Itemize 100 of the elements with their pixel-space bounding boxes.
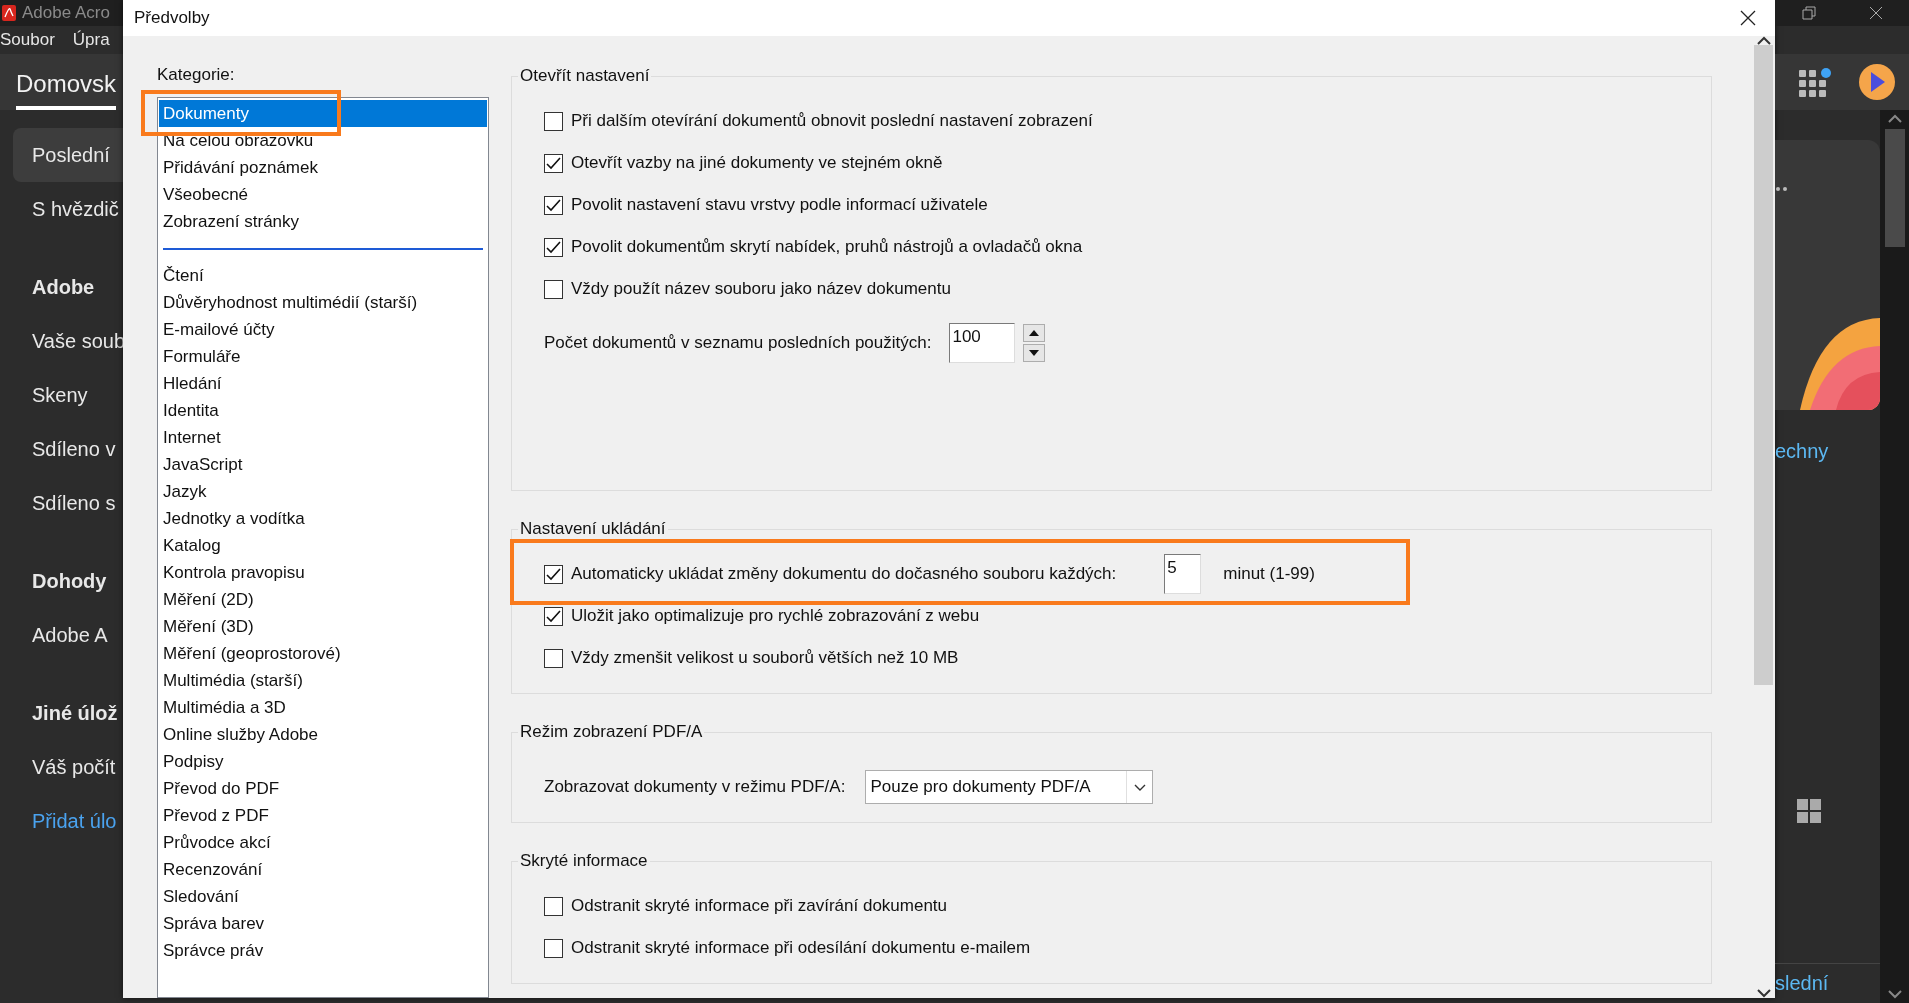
category-list[interactable]: [157, 97, 489, 998]
category-item[interactable]: Zobrazení stránky: [159, 208, 487, 235]
category-item[interactable]: Měření (geoprostorové): [159, 640, 487, 667]
group-title: Skryté informace: [519, 851, 649, 871]
checkbox[interactable]: [544, 896, 563, 916]
checkbox-label[interactable]: Při dalším otevírání dokumentů obnovit poslední nastavení zobrazení: [571, 111, 1093, 131]
checkbox-label[interactable]: Vždy použít název souboru jako název dokumentu: [571, 279, 951, 299]
avatar-icon[interactable]: [1859, 64, 1895, 100]
checkbox-label[interactable]: Otevřít vazby na jiné dokumenty ve stejném okně: [571, 153, 943, 173]
nav-heading: Dohody: [31, 568, 108, 594]
category-item[interactable]: Katalog: [159, 532, 487, 559]
nav-item[interactable]: Váš počít: [0, 740, 123, 794]
group-title: Režim zobrazení PDF/A: [519, 722, 704, 742]
scroll-thumb[interactable]: [1754, 45, 1773, 685]
checkbox[interactable]: [544, 564, 563, 584]
scroll-down-icon[interactable]: [1887, 990, 1902, 999]
minutes-field[interactable]: 5: [1164, 554, 1202, 594]
category-item[interactable]: Identita: [159, 397, 487, 424]
count-field[interactable]: 100: [949, 323, 1016, 363]
nav-link[interactable]: Přidat úlo: [0, 794, 123, 848]
app-title: Adobe Acro: [22, 3, 110, 23]
nav-item[interactable]: S hvězdič: [0, 182, 123, 236]
pdf-logo-icon: [2, 5, 16, 21]
category-item[interactable]: Multimédia (starší): [159, 667, 487, 694]
category-item[interactable]: Důvěryhodnost multimédií (starší): [159, 289, 487, 316]
field-label: Zobrazovat dokumenty v režimu PDF/A:: [544, 777, 846, 797]
checkbox[interactable]: [544, 648, 563, 668]
checkbox[interactable]: [544, 237, 563, 257]
menu-item[interactable]: Úpra: [72, 30, 110, 50]
category-item[interactable]: Recenzování: [159, 856, 487, 883]
checkbox[interactable]: [544, 938, 563, 958]
category-item[interactable]: E-mailové účty: [159, 316, 487, 343]
nav-heading: Adobe: [31, 274, 96, 300]
category-item[interactable]: Podpisy: [159, 748, 487, 775]
scroll-down-icon[interactable]: [1756, 989, 1771, 998]
category-item[interactable]: Čtení: [159, 262, 487, 289]
grid-view-icon[interactable]: [1797, 799, 1821, 823]
checkbox-label[interactable]: Vždy zmenšit velikost u souborů větších než 10 MB: [571, 648, 959, 668]
category-item[interactable]: Kontrola pravopisu: [159, 559, 487, 586]
nav-item[interactable]: Skeny: [0, 368, 123, 422]
nav-heading: Jiné úlož: [31, 700, 119, 726]
decrement-button[interactable]: [1023, 344, 1046, 362]
apps-grid-icon[interactable]: [1799, 67, 1831, 97]
category-item[interactable]: Všeobecné: [159, 181, 487, 208]
down-arrow-icon: [1029, 350, 1040, 356]
category-item[interactable]: Formuláře: [159, 343, 487, 370]
scroll-up-icon[interactable]: [1887, 114, 1902, 123]
category-item[interactable]: Internet: [159, 424, 487, 451]
category-item[interactable]: Jednotky a vodítka: [159, 505, 487, 532]
restore-icon[interactable]: [1801, 6, 1816, 20]
up-arrow-icon: [1029, 330, 1040, 336]
nav-item[interactable]: Sdíleno s: [0, 476, 123, 530]
checkbox-label[interactable]: Uložit jako optimalizuje pro rychlé zobrazování z webu: [571, 606, 980, 626]
checkbox[interactable]: [544, 279, 563, 299]
category-item[interactable]: Jazyk: [159, 478, 487, 505]
category-item[interactable]: Správa barev: [159, 910, 487, 937]
chevron-down-icon: [1133, 783, 1146, 791]
category-item[interactable]: Multimédia a 3D: [159, 694, 487, 721]
checkbox[interactable]: [544, 606, 563, 626]
category-item[interactable]: Měření (2D): [159, 586, 487, 613]
category-item[interactable]: Průvodce akcí: [159, 829, 487, 856]
category-item[interactable]: Měření (3D): [159, 613, 487, 640]
category-item[interactable]: Správce práv: [159, 937, 487, 964]
category-item[interactable]: Přidávání poznámek: [159, 154, 487, 181]
checkbox-label[interactable]: Automaticky ukládat změny dokumentu do dočasného souboru každých:: [571, 564, 1117, 584]
category-item[interactable]: JavaScript: [159, 451, 487, 478]
scroll-thumb[interactable]: [1884, 129, 1905, 247]
group-title: Nastavení ukládání: [519, 519, 667, 539]
more-icon[interactable]: [1775, 186, 1789, 192]
category-item[interactable]: Online služby Adobe: [159, 721, 487, 748]
menu-item[interactable]: Soubor: [0, 30, 55, 50]
link-text[interactable]: echny: [1775, 440, 1880, 463]
checkbox-label[interactable]: Povolit nastavení stavu vrstvy podle informací uživatele: [571, 195, 988, 215]
nav-item[interactable]: Adobe A: [0, 608, 123, 662]
nav-item[interactable]: Poslední: [13, 128, 123, 182]
scrollbar[interactable]: [1752, 36, 1775, 998]
category-item[interactable]: Sledování: [159, 883, 487, 910]
dialog-title: Předvolby: [134, 8, 210, 28]
checkbox[interactable]: [544, 111, 563, 131]
close-icon: [1740, 10, 1756, 26]
increment-button[interactable]: [1023, 324, 1046, 342]
scrollbar[interactable]: [1880, 110, 1909, 1003]
file-card[interactable]: [1775, 140, 1880, 410]
field-label: Počet dokumentů v seznamu posledních použitých:: [544, 333, 932, 353]
categories-label: Kategorie:: [157, 65, 236, 85]
checkbox[interactable]: [544, 195, 563, 215]
checkbox-label[interactable]: Povolit dokumentům skrytí nabídek, pruhů nástrojů a ovladačů okna: [571, 237, 1083, 257]
category-item[interactable]: Hledání: [159, 370, 487, 397]
checkbox-label[interactable]: Odstranit skryté informace při odesílání dokumentu e-mailem: [571, 938, 1031, 958]
scroll-up-icon[interactable]: [1756, 36, 1771, 45]
unit-label: minut (1-99): [1223, 564, 1315, 584]
checkbox-label[interactable]: Odstranit skryté informace při zavírání dokumentu: [571, 896, 948, 916]
close-icon[interactable]: [1868, 6, 1883, 20]
checkbox[interactable]: [544, 153, 563, 173]
category-item[interactable]: Dokumenty: [159, 100, 487, 127]
mode-dropdown[interactable]: Pouze pro dokumenty PDF/A: [865, 770, 1154, 804]
nav-item[interactable]: Sdíleno v: [0, 422, 123, 476]
category-item[interactable]: Převod z PDF: [159, 802, 487, 829]
category-item[interactable]: Převod do PDF: [159, 775, 487, 802]
link-text[interactable]: slední: [1775, 972, 1829, 995]
